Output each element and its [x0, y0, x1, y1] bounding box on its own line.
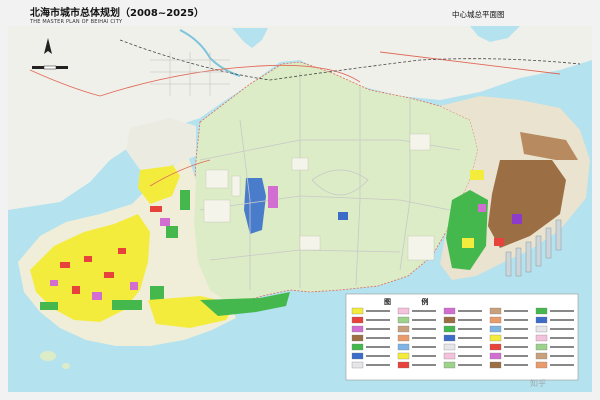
legend-title: 图 例 [384, 298, 443, 306]
legend-entry-text [412, 355, 436, 357]
legend-entry-text [550, 346, 574, 348]
legend-swatch [535, 307, 548, 315]
legend-entry-text [366, 319, 390, 321]
legend-entry-text [366, 355, 390, 357]
legend-swatch [489, 325, 502, 333]
legend-entry-text [504, 328, 528, 330]
legend-swatch [535, 334, 548, 342]
legend-swatch [351, 325, 364, 333]
legend-swatch [397, 361, 410, 369]
legend-entry-text [366, 310, 390, 312]
legend-swatch [397, 316, 410, 324]
legend-entry-text [550, 328, 574, 330]
legend-swatch [397, 334, 410, 342]
legend-entry-text [366, 337, 390, 339]
legend-entry-text [504, 337, 528, 339]
legend-swatch [443, 361, 456, 369]
legend-swatch [351, 316, 364, 324]
legend-swatch [397, 343, 410, 351]
legend-swatch [443, 325, 456, 333]
east-residential-2 [462, 238, 474, 248]
legend-entry-text [550, 364, 574, 366]
small-island [62, 363, 70, 369]
legend-swatch [535, 316, 548, 324]
legend-entry-text [550, 319, 574, 321]
legend-entry-text [504, 310, 528, 312]
legend-entry-text [550, 337, 574, 339]
legend-entry-text [458, 310, 482, 312]
legend-entry-text [550, 310, 574, 312]
legend-entry-text [458, 319, 482, 321]
legend-swatch [443, 334, 456, 342]
legend-swatch [351, 334, 364, 342]
legend-entry-text [458, 328, 482, 330]
legend-swatch [535, 325, 548, 333]
legend-swatch [535, 352, 548, 360]
east-commercial [494, 238, 504, 246]
legend-swatch [397, 352, 410, 360]
legend-swatch [489, 334, 502, 342]
legend-entry-text [412, 328, 436, 330]
peninsula-public-site [268, 186, 278, 208]
legend-swatch [535, 343, 548, 351]
east-public-2 [512, 214, 522, 224]
legend-swatch [351, 352, 364, 360]
legend-swatch [443, 352, 456, 360]
legend-swatch [489, 343, 502, 351]
legend-swatch [489, 361, 502, 369]
legend-entry-text [550, 355, 574, 357]
watermark-text: 知乎 [530, 379, 546, 388]
legend-entry-text [366, 328, 390, 330]
legend-swatch [489, 352, 502, 360]
legend-entry-text [504, 346, 528, 348]
legend-swatch [351, 343, 364, 351]
legend-swatch [443, 343, 456, 351]
legend-entry-text [458, 346, 482, 348]
east-public-1 [478, 204, 486, 212]
weizhou-island [40, 351, 56, 361]
legend-swatch [443, 307, 456, 315]
legend-swatch [397, 307, 410, 315]
legend-entry-text [412, 346, 436, 348]
legend-swatch [397, 325, 410, 333]
legend-entry-text [504, 364, 528, 366]
legend-swatch [489, 316, 502, 324]
legend-entry-text [412, 310, 436, 312]
sheet-title: 中心城总平面图 [452, 10, 505, 19]
legend-swatch [351, 361, 364, 369]
legend-swatch [489, 307, 502, 315]
map-frame: 北海市城市总体规划（2008~2025） THE MASTER PLAN OF … [0, 0, 600, 400]
map-title-en: THE MASTER PLAN OF BEIHAI CITY [30, 19, 123, 25]
legend-entry-text [504, 319, 528, 321]
legend-swatch [443, 316, 456, 324]
legend-entry-text [412, 319, 436, 321]
legend-entry-text [412, 364, 436, 366]
map-title-cn: 北海市城市总体规划（2008~2025） [30, 8, 205, 19]
legend-entry-text [366, 364, 390, 366]
legend-entry-text [504, 355, 528, 357]
legend-swatch [351, 307, 364, 315]
legend-entry-text [458, 337, 482, 339]
legend-swatch [535, 361, 548, 369]
legend-entry-text [458, 355, 482, 357]
peninsula-blue-site [338, 212, 348, 220]
legend-entry-text [366, 346, 390, 348]
east-residential-1 [470, 170, 484, 180]
master-plan-map [0, 0, 600, 400]
legend-entry-text [412, 337, 436, 339]
scale-bar [32, 65, 68, 70]
legend-entry-text [458, 364, 482, 366]
